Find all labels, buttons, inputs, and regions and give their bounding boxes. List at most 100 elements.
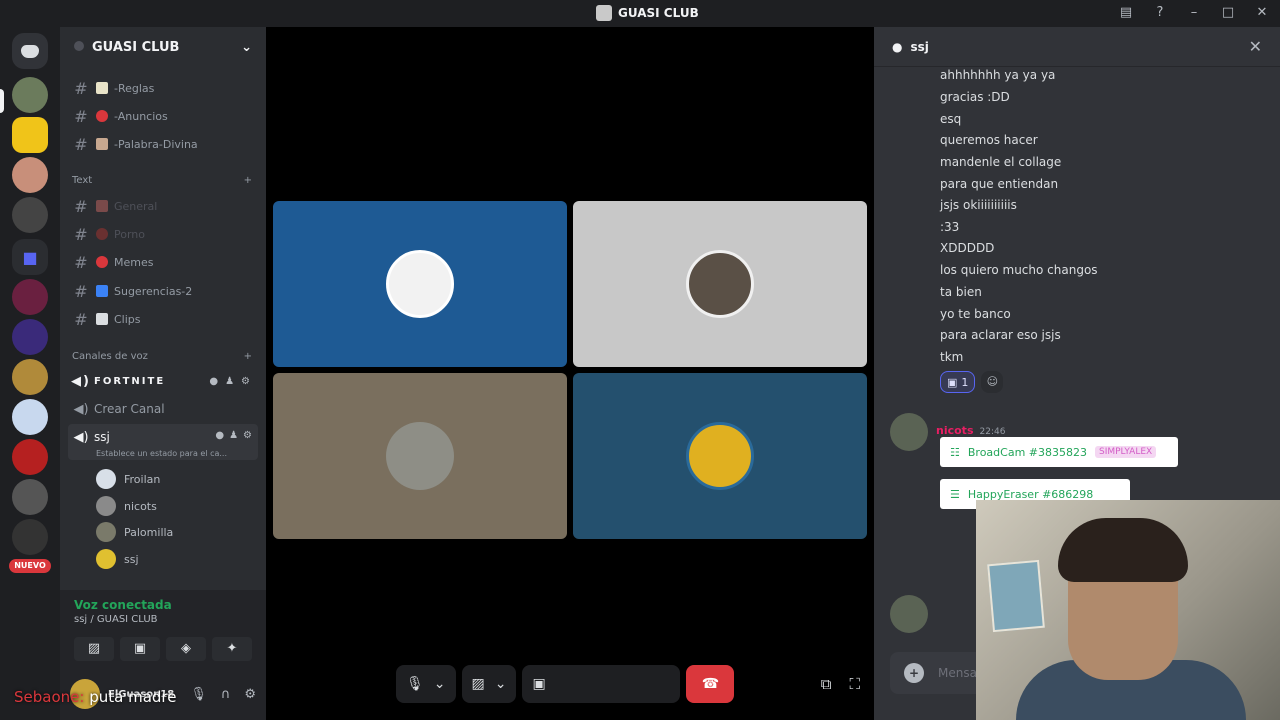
- chat-bubble-icon: ●: [892, 39, 903, 54]
- avatar: [686, 422, 754, 490]
- card-text: BroadCam #3835823: [967, 445, 1087, 459]
- category-text[interactable]: Text +: [72, 175, 252, 186]
- disconnect-button[interactable]: ☎: [686, 665, 735, 703]
- server-icon-5[interactable]: [12, 279, 48, 315]
- add-channel-icon[interactable]: +: [244, 351, 252, 362]
- hash-icon: #: [74, 281, 88, 301]
- channel-label: -Anuncios: [114, 109, 168, 123]
- avatar[interactable]: [890, 595, 928, 633]
- speaker-icon: ◀): [73, 401, 89, 417]
- voice-channel-fortnite[interactable]: ◀) FORTNITE ● ♟ ⚙: [68, 368, 258, 394]
- chevron-down-icon[interactable]: ⌄: [495, 676, 507, 692]
- participant-tile[interactable]: [573, 373, 867, 539]
- add-attachment-icon[interactable]: +: [904, 663, 924, 683]
- clapper-icon: [96, 313, 108, 325]
- channel-porno[interactable]: # Porno: [68, 221, 258, 247]
- server-icon-7[interactable]: [12, 359, 48, 395]
- camera-button[interactable]: ▨ ⌄: [461, 665, 517, 703]
- channel-general[interactable]: # General: [68, 193, 258, 219]
- participant-tile[interactable]: [273, 201, 567, 367]
- voice-member[interactable]: Froilan: [96, 467, 160, 491]
- info-icon: [96, 285, 108, 297]
- mute-button[interactable]: 🎙 ⌄: [396, 665, 456, 703]
- voice-channel-crear[interactable]: ◀) Crear Canal: [68, 396, 258, 422]
- subtitle-speaker: Sebaone:: [14, 688, 85, 706]
- chevron-down-icon[interactable]: ⌄: [241, 40, 252, 55]
- channel-anuncios[interactable]: # -Anuncios: [68, 103, 258, 129]
- participant-tile[interactable]: [273, 373, 567, 539]
- settings-icon[interactable]: ⚙: [243, 430, 252, 441]
- server-icon-3[interactable]: [12, 157, 48, 193]
- hang-up-icon: ☎: [701, 676, 720, 692]
- server-icon: [596, 5, 612, 21]
- settings-icon[interactable]: ⚙: [241, 376, 252, 387]
- gear-icon[interactable]: ⚙: [244, 687, 256, 702]
- voice-member[interactable]: ssj: [96, 547, 139, 571]
- eraser-icon: ☰: [950, 487, 960, 501]
- invite-icon[interactable]: ♟: [229, 430, 238, 441]
- server-icon-2[interactable]: [12, 117, 48, 153]
- screen-share-icon[interactable]: ▣: [120, 637, 160, 661]
- voice-member[interactable]: Palomilla: [96, 520, 173, 544]
- window-title: GUASI CLUB: [596, 5, 699, 21]
- add-channel-icon[interactable]: +: [244, 175, 252, 186]
- voice-member[interactable]: nicots: [96, 494, 157, 518]
- direct-messages-button[interactable]: [12, 33, 48, 69]
- reaction-chip[interactable]: ▣ 1: [940, 371, 976, 393]
- popout-icon[interactable]: ⧉: [821, 675, 832, 693]
- window-title-text: GUASI CLUB: [618, 6, 699, 20]
- soundboard-icon[interactable]: ✦: [212, 637, 252, 661]
- channel-label: -Palabra-Divina: [114, 137, 198, 151]
- server-icon-8[interactable]: [12, 399, 48, 435]
- maximize-icon[interactable]: □: [1220, 5, 1236, 21]
- server-icon-1[interactable]: [12, 77, 48, 113]
- invite-icon[interactable]: ♟: [225, 376, 236, 387]
- book-icon: [96, 138, 108, 150]
- add-reaction-icon[interactable]: ☺: [981, 371, 1004, 393]
- server-icon-6[interactable]: [12, 319, 48, 355]
- category-label: Text: [72, 175, 93, 186]
- message-header: [890, 595, 928, 633]
- category-voice[interactable]: Canales de voz +: [72, 351, 252, 362]
- chevron-down-icon[interactable]: ⌄: [434, 676, 446, 692]
- server-icon-9[interactable]: [12, 439, 48, 475]
- activity-icon[interactable]: ◈: [166, 637, 206, 661]
- close-window-icon[interactable]: ✕: [1254, 5, 1270, 21]
- embed-card[interactable]: ☷ BroadCam #3835823 SIMPLYALEX: [940, 437, 1178, 467]
- chat-icon[interactable]: ●: [209, 376, 220, 387]
- subtitle-text: puta madre: [89, 688, 177, 706]
- close-icon[interactable]: ✕: [1249, 37, 1262, 56]
- microphone-icon[interactable]: 🎙: [190, 687, 207, 702]
- message-author[interactable]: nicots: [936, 424, 974, 437]
- help-icon[interactable]: ?: [1152, 5, 1168, 21]
- voice-status-hint[interactable]: Establece un estado para el ca...: [96, 449, 227, 458]
- avatar[interactable]: [890, 413, 928, 451]
- chat-icon[interactable]: ●: [215, 430, 224, 441]
- member-name: Froilan: [124, 472, 161, 486]
- camera-off-icon[interactable]: ▨: [74, 637, 114, 661]
- fullscreen-icon[interactable]: ⛶: [849, 675, 860, 693]
- server-icon-11[interactable]: [12, 519, 48, 555]
- participant-tile[interactable]: [573, 201, 867, 367]
- channel-label: -Reglas: [114, 81, 155, 95]
- minimize-icon[interactable]: –: [1186, 5, 1202, 21]
- boost-icon: [74, 40, 84, 51]
- voice-location[interactable]: ssj / GUASI CLUB: [74, 614, 252, 625]
- chat-channel-name: ssj: [910, 39, 929, 54]
- folder-icon[interactable]: ■: [12, 239, 48, 275]
- channel-palabra-divina[interactable]: # -Palabra-Divina: [68, 131, 258, 157]
- title-bar: GUASI CLUB ▤ ? – □ ✕: [0, 0, 1280, 27]
- channel-sugerencias[interactable]: # Sugerencias-2: [68, 278, 258, 304]
- channel-reglas[interactable]: # -Reglas: [68, 75, 258, 101]
- channel-clips[interactable]: # Clips: [68, 306, 258, 332]
- server-icon-10[interactable]: [12, 479, 48, 515]
- headphones-icon[interactable]: ∩: [221, 687, 231, 702]
- voice-status[interactable]: Voz conectada: [74, 598, 252, 612]
- channel-memes[interactable]: # Memes: [68, 249, 258, 275]
- chat-message: XDDDDD: [940, 241, 995, 255]
- channel-label: Crear Canal: [94, 402, 165, 416]
- server-icon-4[interactable]: [12, 197, 48, 233]
- inbox-icon[interactable]: ▤: [1118, 5, 1134, 21]
- server-header[interactable]: GUASI CLUB ⌄: [60, 27, 266, 67]
- activity-button[interactable]: ▣: [522, 665, 681, 703]
